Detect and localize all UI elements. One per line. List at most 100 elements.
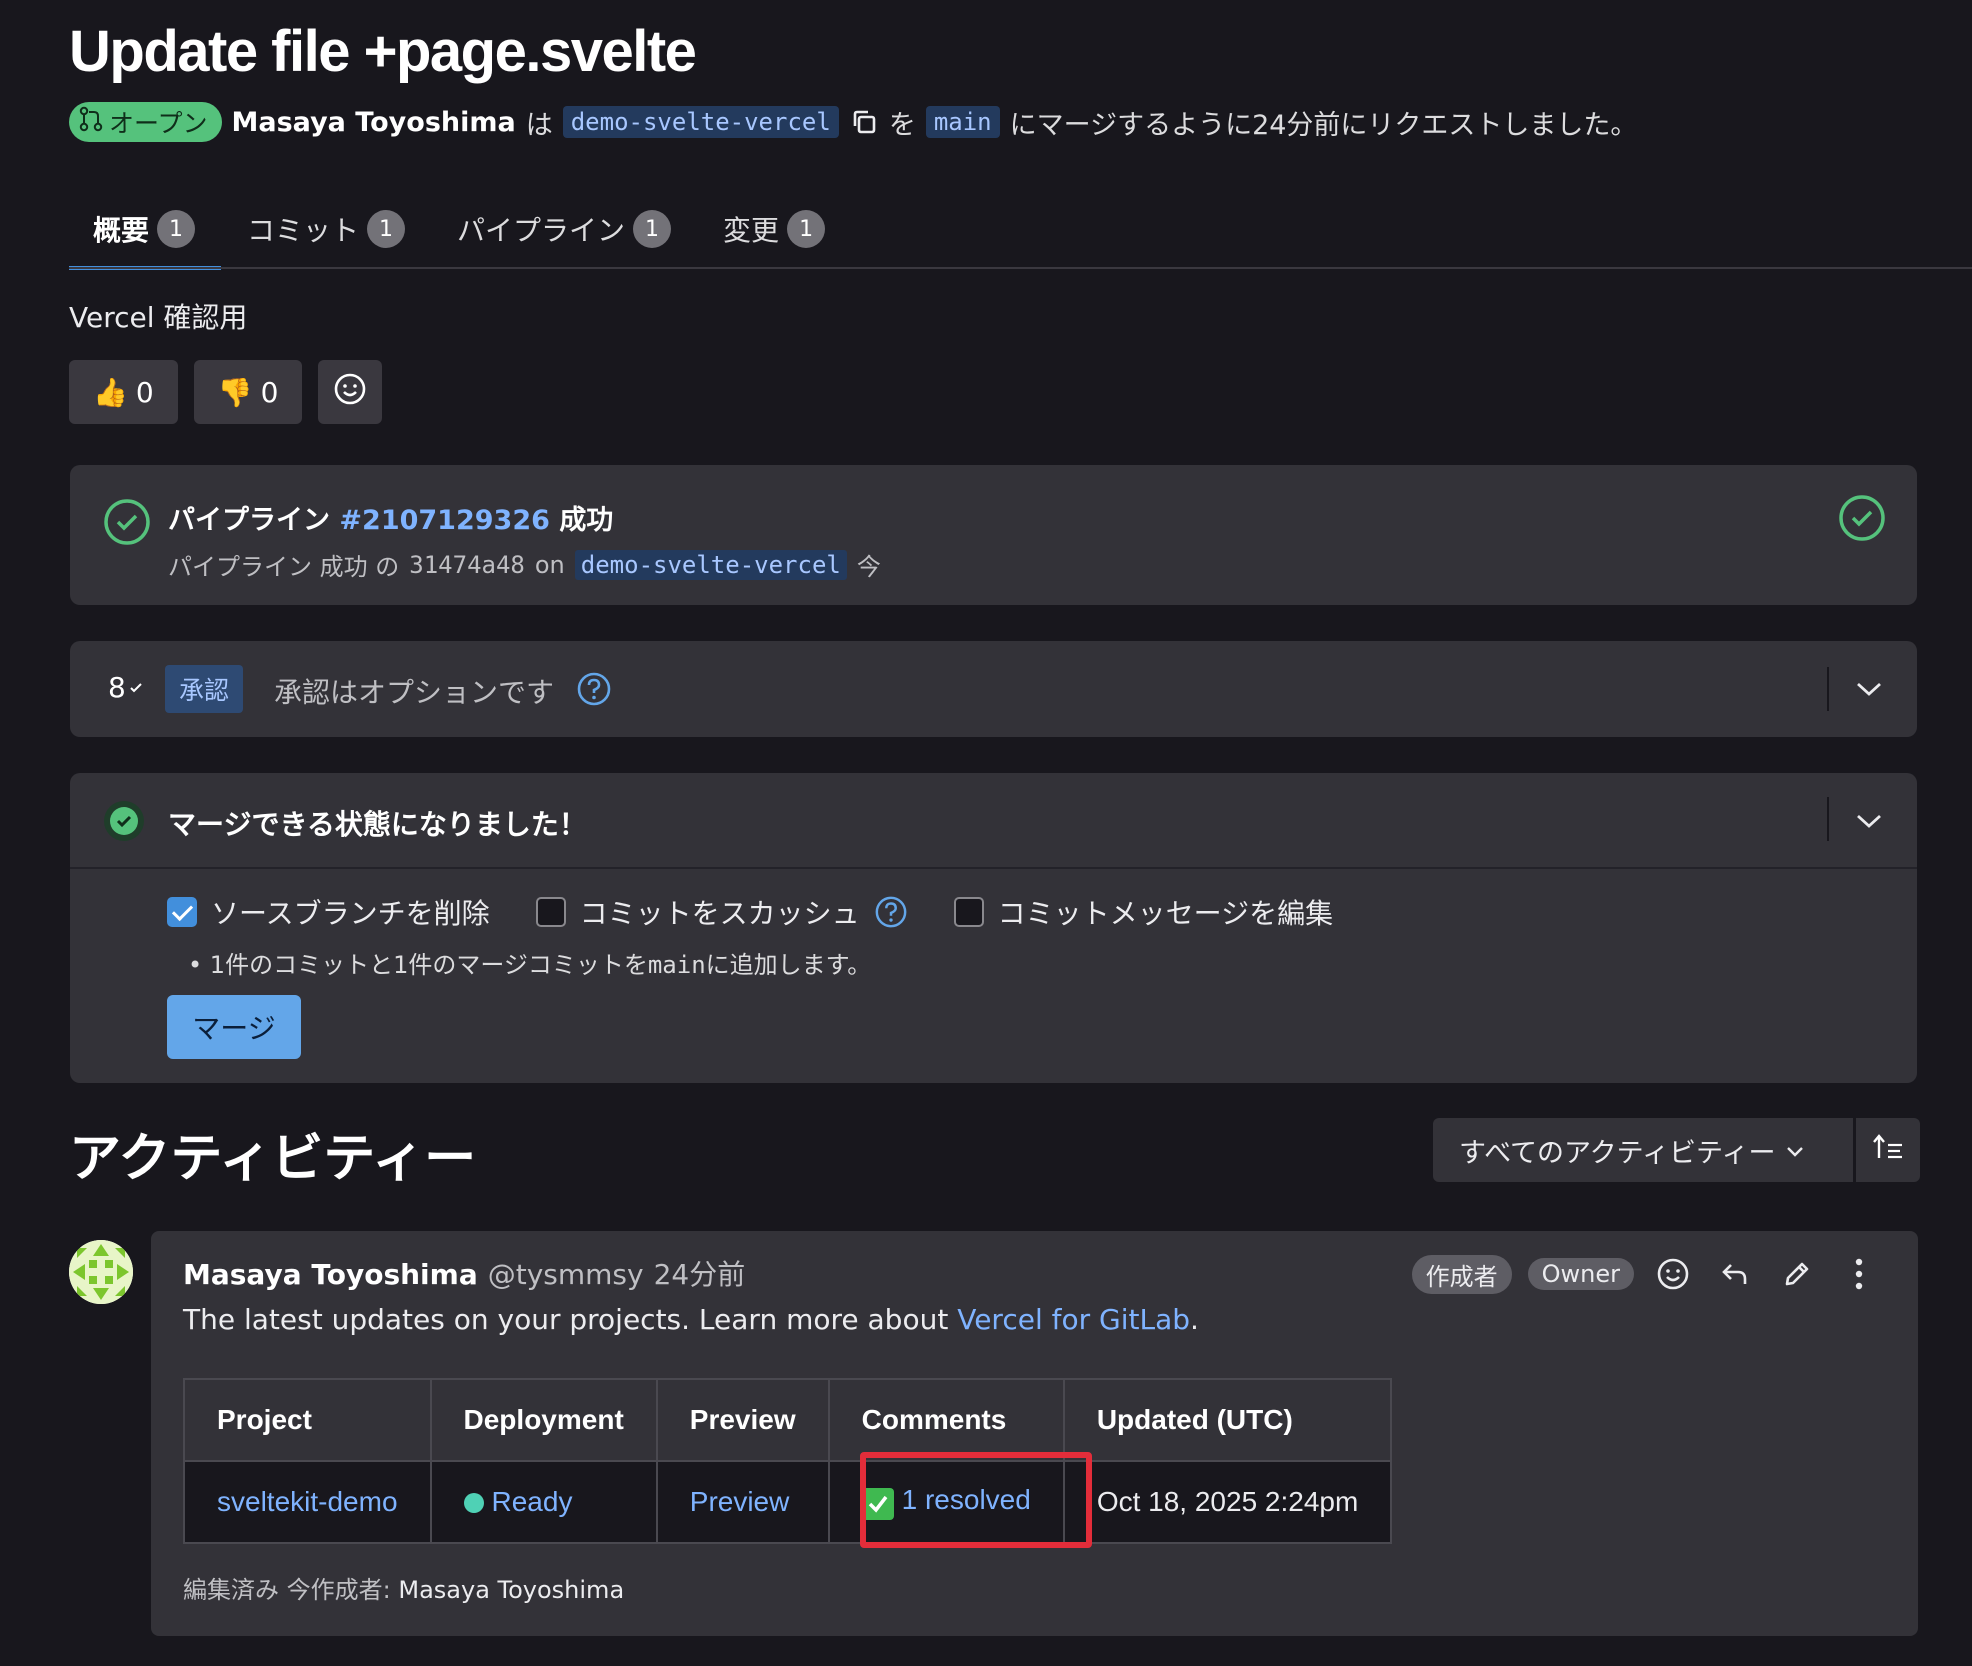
thumbs-down-button[interactable]: 👎 0 xyxy=(193,360,303,424)
thumbs-up-button[interactable]: 👍 0 xyxy=(69,360,178,424)
activity-filter-dropdown[interactable]: すべてのアクティビティー xyxy=(1433,1118,1853,1182)
tab-label: パイプライン xyxy=(457,214,626,247)
thumbs-up-count: 0 xyxy=(135,375,154,409)
target-branch[interactable]: main xyxy=(925,106,1000,138)
pipeline-title: パイプライン #2107129326 成功 xyxy=(168,498,613,537)
pipeline-widget: パイプライン #2107129326 成功 パイプライン 成功 の 31474a… xyxy=(70,465,1917,605)
ready-status-dot xyxy=(463,1493,484,1513)
page-title: Update file +page.svelte xyxy=(69,19,697,84)
comments-status: 1 resolved xyxy=(901,1484,1031,1515)
help-icon[interactable] xyxy=(576,671,612,711)
comment-actions: 作成者 Owner xyxy=(1411,1251,1882,1297)
merge-summary-text: に追加します。 xyxy=(705,951,872,979)
author-link[interactable]: Masaya Toyoshima xyxy=(232,107,516,138)
comment-footer: 編集済み 今作成者: Masaya Toyoshima xyxy=(183,1570,624,1605)
meta-text: は xyxy=(525,109,553,141)
table-row: sveltekit-demo Ready Preview 1 resolved … xyxy=(183,1460,1393,1544)
mr-description: Vercel 確認用 xyxy=(69,301,248,334)
approval-text: 承認はオプションです xyxy=(274,676,555,709)
merge-header: マージできる状態になりました！ xyxy=(70,773,1917,869)
tab-count: 1 xyxy=(157,210,196,248)
comment-handle[interactable]: @tysmmsy xyxy=(488,1258,644,1291)
add-reaction-button[interactable] xyxy=(318,360,383,424)
table-header: Preview xyxy=(655,1378,830,1462)
merge-button[interactable]: マージ xyxy=(167,995,301,1059)
sort-icon xyxy=(1872,1133,1904,1168)
tab-label: 概要 xyxy=(93,214,150,247)
merge-title: マージできる状態になりました！ xyxy=(168,808,587,841)
comment-card: Masaya Toyoshima @tysmmsy 24分前 作成者 Owner… xyxy=(151,1231,1918,1636)
edit-commit-message-checkbox[interactable] xyxy=(953,897,984,927)
delete-branch-checkbox[interactable] xyxy=(167,897,197,927)
pipeline-time: 今 xyxy=(856,553,881,581)
reactions: 👍 0 👎 0 xyxy=(69,360,383,424)
tab-divider xyxy=(69,267,1972,269)
thumbs-up-icon: 👍 xyxy=(93,375,128,409)
delete-branch-label[interactable]: ソースブランチを削除 xyxy=(211,892,490,932)
pipeline-subtitle: パイプライン 成功 の 31474a48 on demo-svelte-verc… xyxy=(168,547,881,582)
vercel-for-gitlab-link[interactable]: Vercel for GitLab xyxy=(957,1303,1190,1336)
tab-label: コミット xyxy=(247,214,360,247)
copy-icon[interactable] xyxy=(849,107,879,137)
help-icon[interactable] xyxy=(874,895,908,929)
approval-widget: 8 承認 承認はオプションです xyxy=(70,641,1917,737)
comments-link[interactable]: 1 resolved xyxy=(827,1460,1065,1544)
approval-icon: 8 xyxy=(108,671,144,704)
comment-author[interactable]: Masaya Toyoshima xyxy=(183,1258,478,1291)
project-link[interactable]: sveltekit-demo xyxy=(183,1460,432,1544)
approve-button[interactable]: 承認 xyxy=(165,665,244,713)
deployment-status-link[interactable]: Ready xyxy=(429,1460,658,1544)
table-header: Project xyxy=(183,1378,432,1462)
status-badge: オープン xyxy=(69,102,222,142)
merge-widget: マージできる状態になりました！ ソースブランチを削除 コミットをスカッシュ コミ… xyxy=(70,773,1917,1083)
pipeline-status-icon[interactable] xyxy=(1837,493,1887,547)
merge-summary-text: 1件のコミットと1件のマージコミットを xyxy=(209,951,648,979)
meta-text: にマージするように24分前にリクエストしました。 xyxy=(1009,109,1638,141)
tab-overview[interactable]: 概要 1 xyxy=(69,190,222,270)
chevron-down-icon[interactable] xyxy=(1849,801,1889,841)
preview-link[interactable]: Preview xyxy=(655,1460,830,1544)
pipeline-title-prefix: パイプライン xyxy=(168,505,330,536)
tab-commits[interactable]: コミット 1 xyxy=(221,190,431,268)
sort-order-button[interactable] xyxy=(1856,1118,1920,1182)
commit-sha-link[interactable]: 31474a48 xyxy=(409,551,525,579)
table-header: Deployment xyxy=(429,1378,658,1462)
squash-label[interactable]: コミットをスカッシュ xyxy=(580,892,860,932)
tab-label: 変更 xyxy=(723,214,780,247)
comment-time[interactable]: 24分前 xyxy=(654,1253,746,1293)
merge-summary-branch: main xyxy=(647,951,706,979)
ready-check-icon xyxy=(102,799,146,847)
pipeline-id-link[interactable]: #2107129326 xyxy=(339,505,550,536)
activity-filter-label: すべてのアクティビティー xyxy=(1459,1137,1776,1169)
pipeline-branch-link[interactable]: demo-svelte-vercel xyxy=(574,549,847,580)
deployment-table: Project Deployment Preview Comments Upda… xyxy=(183,1378,1393,1544)
editor-name[interactable]: Masaya Toyoshima xyxy=(398,1576,624,1604)
source-branch[interactable]: demo-svelte-vercel xyxy=(562,106,839,138)
tab-count: 1 xyxy=(633,210,672,248)
pipeline-status: 成功 xyxy=(559,505,614,536)
tab-changes[interactable]: 変更 1 xyxy=(697,190,851,268)
mr-tabs: 概要 1 コミット 1 パイプライン 1 変更 1 xyxy=(69,190,851,270)
comment-text: . xyxy=(1190,1303,1199,1336)
comment-header: Masaya Toyoshima @tysmmsy 24分前 xyxy=(183,1253,745,1293)
reply-icon[interactable] xyxy=(1712,1251,1758,1297)
add-reaction-icon[interactable] xyxy=(1650,1251,1696,1297)
activity-title: アクティビティー xyxy=(69,1129,477,1189)
status-label: オープン xyxy=(109,109,208,138)
author-badge: 作成者 xyxy=(1411,1254,1512,1294)
pipeline-sub-text: パイプライン 成功 の xyxy=(168,553,400,581)
divider xyxy=(1827,797,1829,841)
chevron-down-icon[interactable] xyxy=(1849,669,1889,709)
more-actions-icon[interactable] xyxy=(1836,1251,1882,1297)
squash-checkbox[interactable] xyxy=(535,897,566,927)
approval-icon-label: 8 xyxy=(108,671,126,704)
table-header: Comments xyxy=(827,1378,1065,1462)
updated-time: Oct 18, 2025 2:24pm xyxy=(1062,1460,1393,1544)
chevron-down-icon xyxy=(1785,1135,1805,1166)
edit-commit-message-label[interactable]: コミットメッセージを編集 xyxy=(998,892,1333,932)
tab-pipelines[interactable]: パイプライン 1 xyxy=(431,190,697,268)
avatar[interactable] xyxy=(69,1240,133,1304)
edit-icon[interactable] xyxy=(1774,1251,1820,1297)
pipeline-sub-text: on xyxy=(534,550,565,579)
merge-options: ソースブランチを削除 コミットをスカッシュ コミットメッセージを編集 xyxy=(167,892,1333,932)
